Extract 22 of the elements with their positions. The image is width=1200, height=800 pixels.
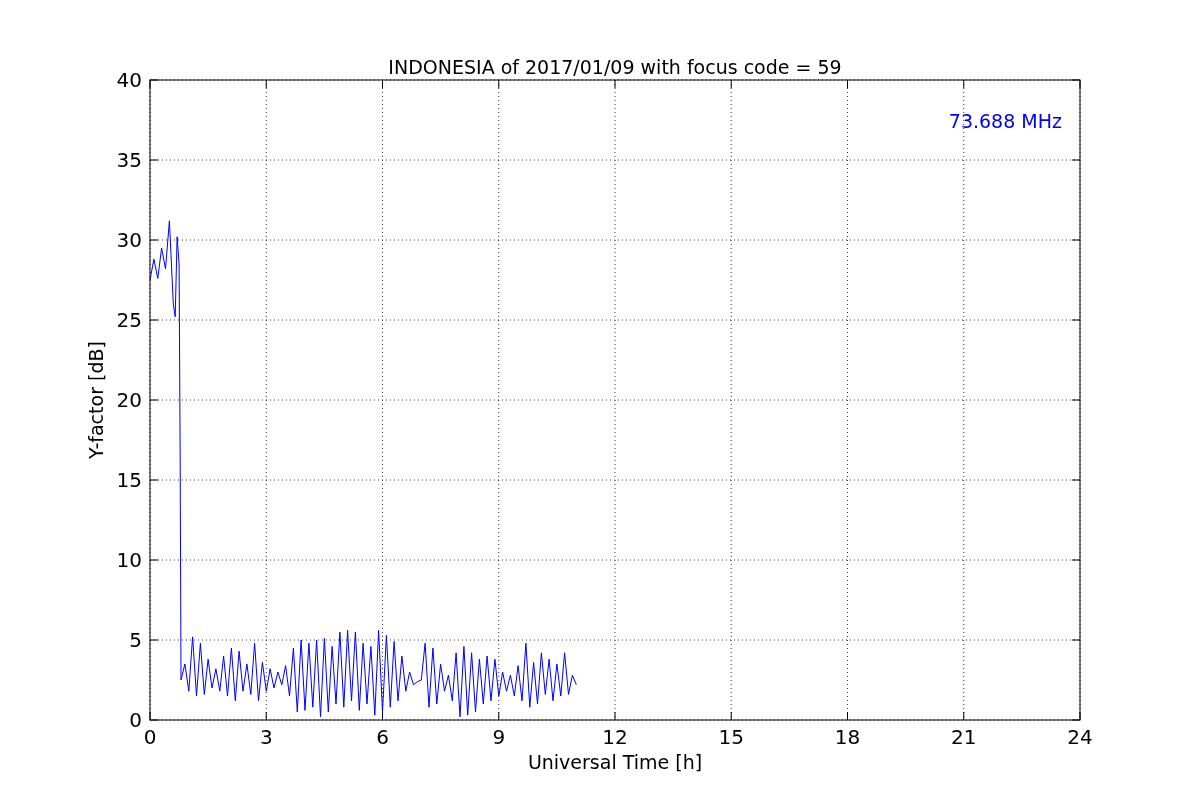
- x-tick-label: 15: [718, 725, 744, 749]
- y-tick-label: 5: [129, 628, 142, 652]
- x-tick-label: 0: [143, 725, 157, 749]
- y-tick-label: 25: [116, 308, 142, 332]
- x-tick-label: 24: [1067, 725, 1093, 749]
- y-tick-label: 0: [129, 708, 142, 732]
- y-tick-label: 10: [116, 548, 142, 572]
- x-tick-label: 12: [602, 725, 628, 749]
- x-tick-label: 3: [259, 725, 273, 749]
- y-tick-label: 20: [116, 388, 142, 412]
- x-tick-label: 18: [834, 725, 861, 749]
- y-tick-label: 35: [116, 148, 142, 172]
- legend-label: 73.688 MHz: [948, 110, 1062, 132]
- x-tick-label: 9: [492, 725, 506, 749]
- y-axis-label: Y-factor [dB]: [85, 341, 107, 459]
- x-tick-label: 6: [376, 725, 389, 749]
- y-tick-label: 30: [116, 228, 142, 252]
- x-tick-label: 21: [951, 725, 977, 749]
- x-axis-label: Universal Time [h]: [527, 751, 703, 773]
- chart-title: INDONESIA of 2017/01/09 with focus code = 59: [388, 56, 842, 78]
- y-tick-label: 15: [116, 468, 142, 492]
- y-tick-label: 40: [116, 68, 142, 92]
